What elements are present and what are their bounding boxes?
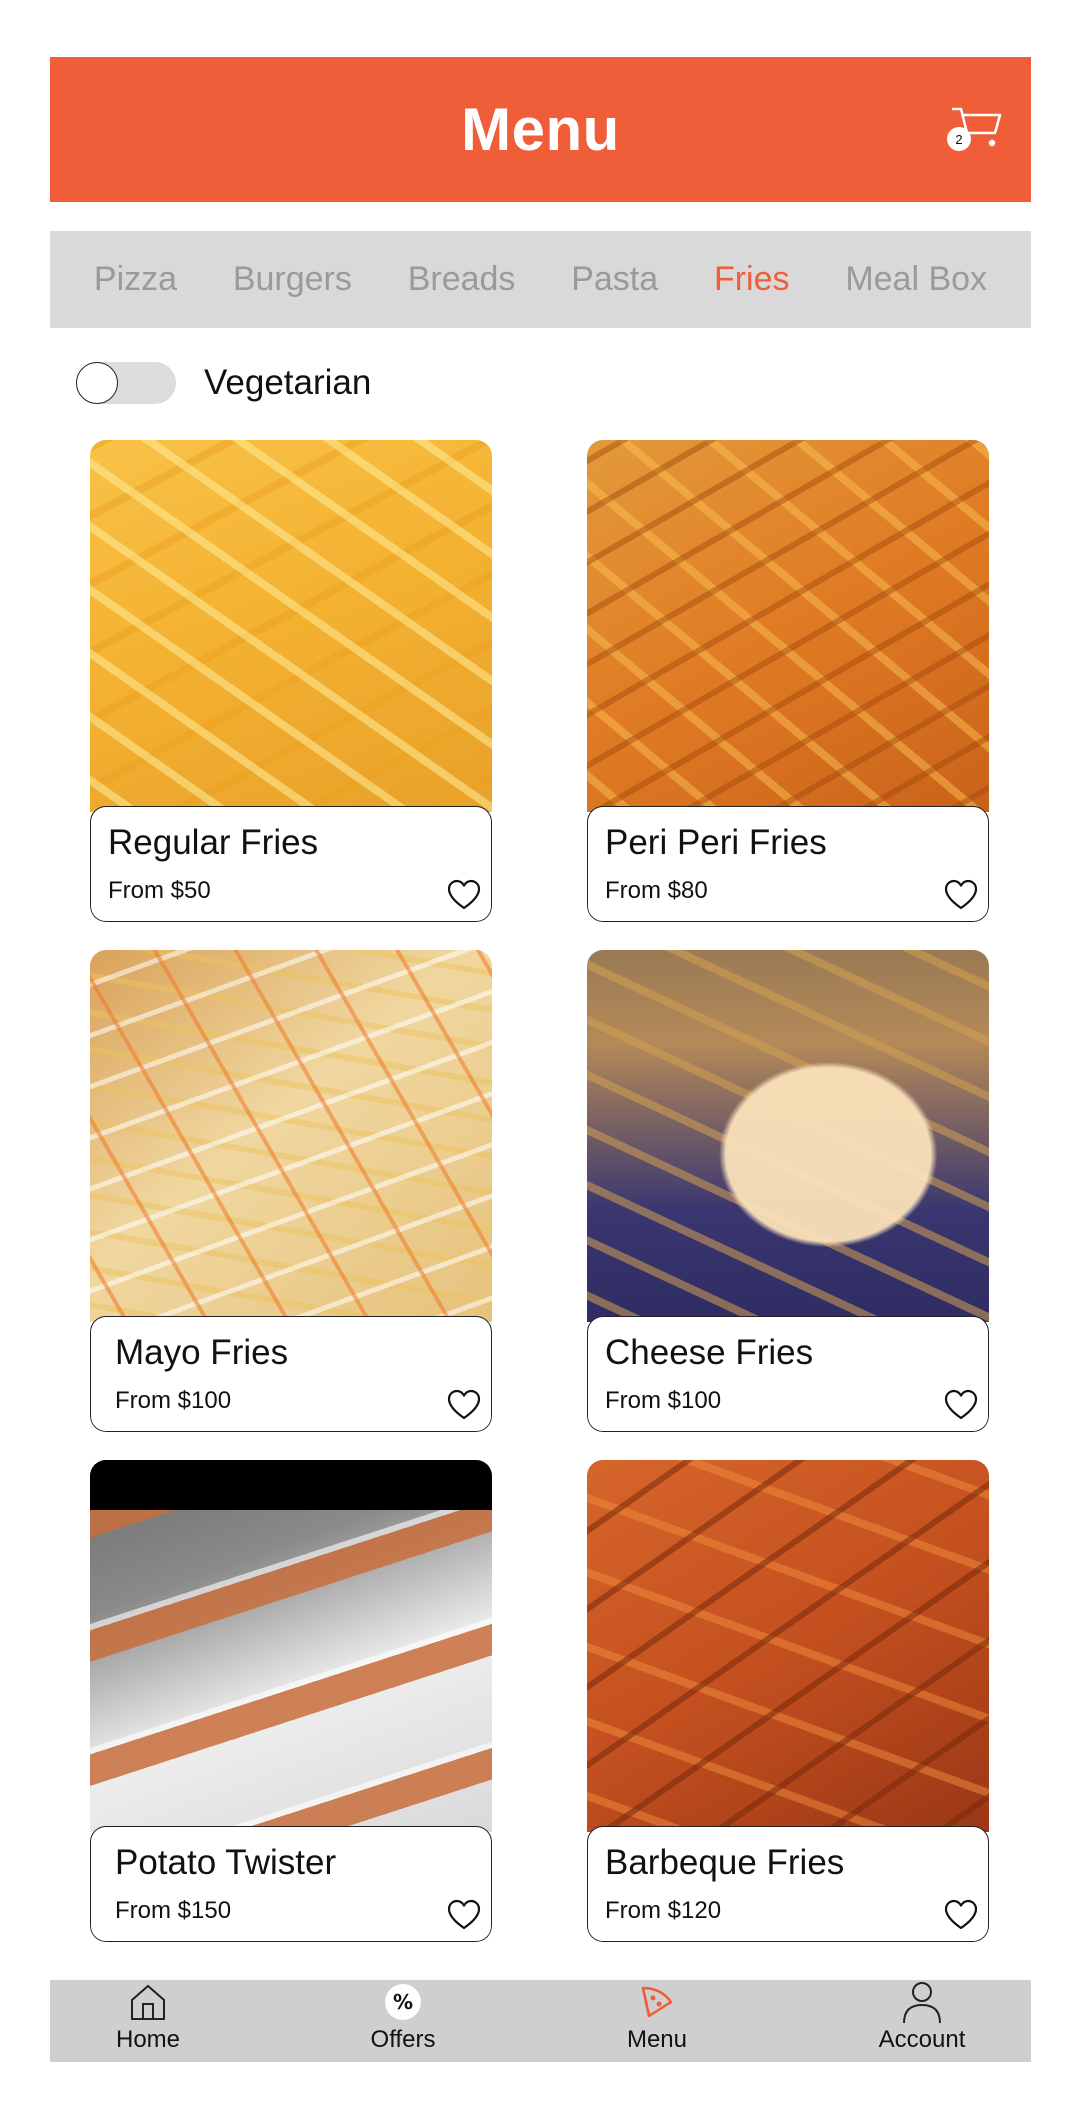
- tab-fries[interactable]: Fries: [714, 260, 790, 299]
- cheese-fries-image: [587, 950, 989, 1322]
- barbeque-fries-image: [587, 1460, 989, 1832]
- card-info: Regular Fries From $50: [90, 806, 492, 922]
- header-bar: Menu 2: [50, 57, 1031, 202]
- menu-item-card[interactable]: Regular Fries From $50: [90, 440, 492, 922]
- peri-peri-fries-image: [587, 440, 989, 812]
- nav-menu-label: Menu: [626, 2026, 688, 2053]
- menu-item-card[interactable]: Barbeque Fries From $120: [587, 1460, 989, 1942]
- nav-menu[interactable]: Menu: [577, 1980, 737, 2062]
- card-info: Potato Twister From $150: [90, 1826, 492, 1942]
- heart-icon[interactable]: [447, 1389, 481, 1421]
- item-price: From $150: [115, 1897, 232, 1924]
- potato-twister-image: [90, 1460, 492, 1832]
- item-name: Mayo Fries: [115, 1333, 289, 1372]
- card-info: Barbeque Fries From $120: [587, 1826, 989, 1942]
- nav-offers-label: Offers: [370, 2026, 436, 2053]
- heart-icon[interactable]: [447, 1899, 481, 1931]
- item-price: From $100: [115, 1387, 232, 1414]
- heart-icon[interactable]: [944, 1389, 978, 1421]
- vegetarian-filter: Vegetarian: [76, 361, 371, 405]
- menu-item-card[interactable]: Cheese Fries From $100: [587, 950, 989, 1432]
- percent-icon: %: [382, 1980, 424, 2024]
- card-info: Cheese Fries From $100: [587, 1316, 989, 1432]
- nav-home[interactable]: Home: [68, 1980, 228, 2062]
- item-name: Regular Fries: [108, 823, 319, 862]
- card-info: Mayo Fries From $100: [90, 1316, 492, 1432]
- tab-meal-box[interactable]: Meal Box: [845, 260, 987, 299]
- menu-item-card[interactable]: Peri Peri Fries From $80: [587, 440, 989, 922]
- heart-icon[interactable]: [944, 1899, 978, 1931]
- item-price: From $80: [605, 877, 708, 904]
- tab-pasta[interactable]: Pasta: [571, 260, 658, 299]
- nav-home-label: Home: [115, 2026, 181, 2053]
- toggle-knob: [76, 362, 118, 404]
- heart-icon[interactable]: [944, 879, 978, 911]
- svg-text:%: %: [393, 1990, 413, 2014]
- item-price: From $120: [605, 1897, 722, 1924]
- mayo-fries-image: [90, 950, 492, 1322]
- item-price: From $100: [605, 1387, 722, 1414]
- menu-item-card[interactable]: Mayo Fries From $100: [90, 950, 492, 1432]
- item-name: Cheese Fries: [605, 1333, 814, 1372]
- nav-account[interactable]: Account: [842, 1980, 1002, 2062]
- vegetarian-label: Vegetarian: [204, 363, 372, 402]
- tab-pizza[interactable]: Pizza: [94, 260, 177, 299]
- pizza-slice-icon: [636, 1980, 678, 2024]
- cart-count-badge: 2: [947, 127, 971, 151]
- item-name: Potato Twister: [115, 1843, 337, 1882]
- tab-burgers[interactable]: Burgers: [233, 260, 352, 299]
- bottom-navigation: Home % Offers Menu Account: [50, 1980, 1031, 2062]
- item-name: Barbeque Fries: [605, 1843, 845, 1882]
- item-name: Peri Peri Fries: [605, 823, 827, 862]
- cart-button[interactable]: 2: [947, 103, 1003, 151]
- nav-account-label: Account: [878, 2026, 966, 2053]
- card-info: Peri Peri Fries From $80: [587, 806, 989, 922]
- category-tabs: Pizza Burgers Breads Pasta Fries Meal Bo…: [50, 231, 1031, 328]
- nav-offers[interactable]: % Offers: [323, 1980, 483, 2062]
- vegetarian-toggle[interactable]: [76, 362, 176, 404]
- menu-item-card[interactable]: Potato Twister From $150: [90, 1460, 492, 1942]
- home-icon: [127, 1980, 169, 2024]
- regular-fries-image: [90, 440, 492, 812]
- heart-icon[interactable]: [447, 879, 481, 911]
- item-price: From $50: [108, 877, 211, 904]
- tab-breads[interactable]: Breads: [408, 260, 516, 299]
- page-title: Menu: [461, 96, 620, 163]
- user-icon: [901, 1980, 943, 2024]
